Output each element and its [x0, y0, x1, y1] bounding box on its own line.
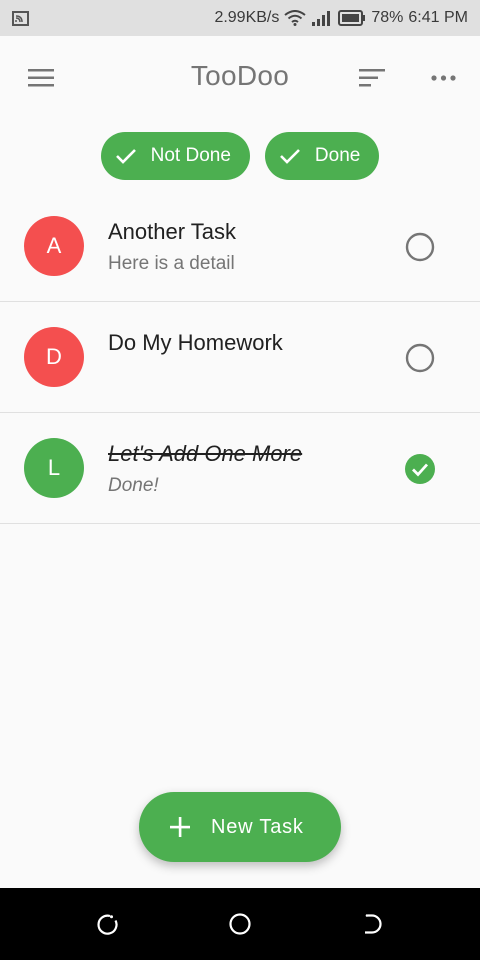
- app-title: TooDoo: [190, 60, 290, 91]
- sort-icon: [359, 69, 385, 87]
- task-detail: Done!: [108, 475, 159, 496]
- back-button[interactable]: [361, 912, 385, 936]
- sort-button[interactable]: [356, 66, 388, 90]
- filter-chip-not-done[interactable]: Not Done: [100, 132, 250, 180]
- back-icon: [365, 914, 382, 934]
- plus-icon: [170, 817, 190, 837]
- filter-chip-done[interactable]: Done: [264, 132, 380, 180]
- checkmark-icon: [115, 149, 136, 164]
- filter-chip-label: Done: [314, 145, 361, 166]
- filter-chip-label: Not Done: [150, 145, 231, 166]
- task-row[interactable]: L Let's Add One More Done!: [0, 413, 480, 524]
- task-detail: Here is a detail: [108, 253, 235, 274]
- task-title: Another Task: [108, 219, 237, 244]
- app-bar: TooDoo: [0, 36, 480, 120]
- checked-circle-icon: [405, 454, 435, 484]
- task-checkbox[interactable]: [404, 342, 436, 374]
- task-avatar: A: [24, 216, 84, 276]
- task-row[interactable]: A Another Task Here is a detail: [0, 191, 480, 302]
- more-icon: [431, 75, 456, 81]
- task-list: A Another Task Here is a detail D Do My …: [0, 191, 480, 524]
- battery-icon: [338, 10, 366, 26]
- checkmark-icon: [280, 149, 300, 164]
- unchecked-circle-icon: [405, 343, 435, 373]
- recents-icon: [97, 914, 118, 935]
- recents-button[interactable]: [95, 912, 119, 936]
- unchecked-circle-icon: [405, 232, 435, 262]
- signal-icon: [311, 10, 333, 26]
- status-bar: 2.99KB/s 78% 6:41 PM: [0, 0, 480, 36]
- clock: 6:41 PM: [408, 9, 468, 26]
- new-task-button[interactable]: New Task: [139, 792, 341, 862]
- network-speed: 2.99KB/s: [214, 9, 280, 26]
- task-avatar: L: [24, 438, 84, 498]
- filter-chips: Not Done Done: [0, 132, 480, 180]
- task-row[interactable]: D Do My Homework: [0, 302, 480, 413]
- task-title: Let's Add One More: [108, 441, 303, 466]
- home-icon: [229, 913, 251, 935]
- task-checkbox[interactable]: [404, 231, 436, 263]
- battery-level: 78%: [371, 9, 404, 26]
- wifi-icon: [284, 10, 306, 26]
- task-checkbox[interactable]: [404, 453, 436, 485]
- task-title: Do My Homework: [108, 330, 283, 355]
- screencast-icon: [12, 10, 29, 26]
- new-task-label: New Task: [211, 815, 304, 838]
- system-nav-bar: [0, 888, 480, 960]
- task-avatar: D: [24, 327, 84, 387]
- home-button[interactable]: [228, 912, 252, 936]
- more-options-button[interactable]: [428, 70, 460, 86]
